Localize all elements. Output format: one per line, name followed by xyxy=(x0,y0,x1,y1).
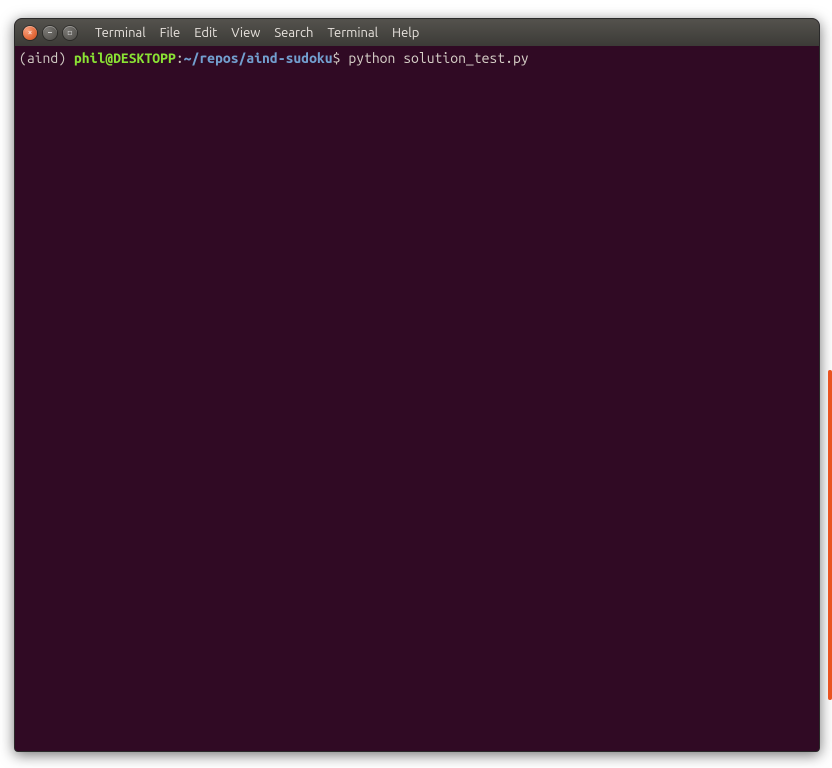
menu-terminal[interactable]: Terminal xyxy=(321,24,384,42)
prompt-command: python solution_test.py xyxy=(348,50,528,66)
menu-search[interactable]: Search xyxy=(268,24,319,42)
prompt-user: phil@DESKTOPP xyxy=(74,50,176,66)
menu-help[interactable]: Help xyxy=(386,24,425,42)
prompt-path: ~/repos/aind-sudoku xyxy=(184,50,333,66)
menu-file[interactable]: File xyxy=(154,24,187,42)
minimize-icon: – xyxy=(43,26,57,40)
menu-edit[interactable]: Edit xyxy=(188,24,223,42)
menu-view[interactable]: View xyxy=(225,24,266,42)
terminal-body[interactable]: (aind) phil@DESKTOPP:~/repos/aind-sudoku… xyxy=(15,46,819,751)
window-close-button[interactable]: × xyxy=(23,26,37,40)
close-icon: × xyxy=(23,26,37,40)
window-minimize-button[interactable]: – xyxy=(43,26,57,40)
terminal-window: × – ▫ Terminal File Edit View Search Ter… xyxy=(14,18,820,752)
prompt-env: (aind) xyxy=(19,50,74,66)
menu-terminal-app[interactable]: Terminal xyxy=(89,24,152,42)
titlebar[interactable]: × – ▫ Terminal File Edit View Search Ter… xyxy=(15,19,819,47)
prompt-colon: : xyxy=(176,50,184,66)
scrollbar-accent[interactable] xyxy=(828,370,832,700)
prompt-dollar: $ xyxy=(333,50,349,66)
menubar: Terminal File Edit View Search Terminal … xyxy=(89,24,425,42)
maximize-icon: ▫ xyxy=(63,26,77,40)
desktop: × – ▫ Terminal File Edit View Search Ter… xyxy=(0,0,832,768)
window-maximize-button[interactable]: ▫ xyxy=(63,26,77,40)
